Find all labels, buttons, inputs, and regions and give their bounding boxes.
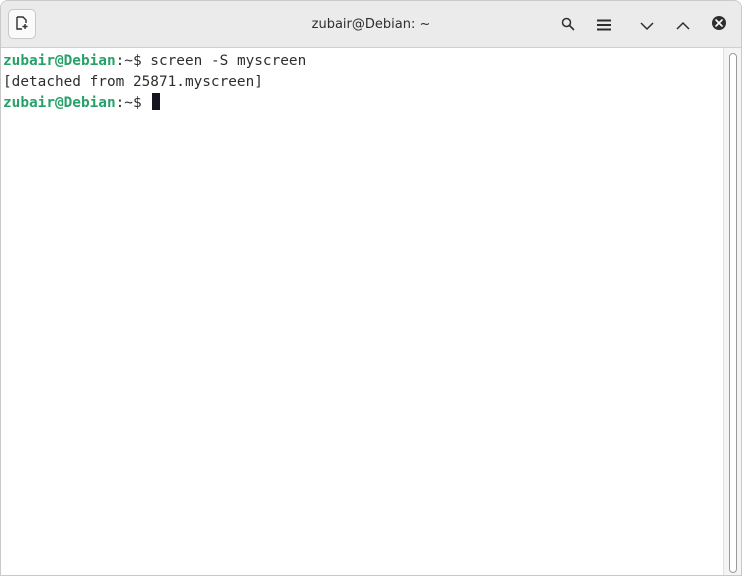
text-cursor (152, 93, 161, 110)
prompt-path: :~$ (115, 53, 142, 69)
command-text: screen -S myscreen (141, 53, 307, 69)
close-icon (711, 15, 727, 35)
minimize-button[interactable] (634, 12, 660, 38)
close-button[interactable] (706, 12, 732, 38)
chevron-up-icon (676, 16, 690, 35)
hamburger-menu-icon (597, 16, 611, 35)
scrollbar-thumb[interactable] (729, 53, 737, 573)
terminal-window: zubair@Debian: ~ zubair@Debian:~$ screen… (0, 0, 742, 576)
window-title: zubair@Debian: ~ (311, 17, 431, 32)
terminal-line: zubair@Debian:~$ screen -S myscreen (3, 51, 723, 72)
chevron-down-icon (640, 16, 654, 35)
search-icon (561, 16, 575, 35)
headerbar: zubair@Debian: ~ (1, 1, 741, 48)
new-tab-icon (15, 15, 29, 34)
prompt-user: zubair@Debian (3, 53, 116, 69)
vertical-scrollbar[interactable] (723, 48, 741, 575)
terminal-line: [detached from 25871.myscreen] (3, 72, 723, 93)
menu-button[interactable] (591, 12, 617, 38)
terminal-output[interactable]: zubair@Debian:~$ screen -S myscreen [det… (1, 48, 723, 575)
command-text (142, 95, 151, 111)
maximize-button[interactable] (670, 12, 696, 38)
output-text: [detached from 25871.myscreen] (3, 74, 263, 90)
new-tab-button[interactable] (8, 9, 36, 39)
search-button[interactable] (555, 12, 581, 38)
prompt-user: zubair@Debian (3, 95, 116, 111)
terminal-line: zubair@Debian:~$ (3, 93, 723, 114)
prompt-path: :~$ (115, 95, 142, 111)
